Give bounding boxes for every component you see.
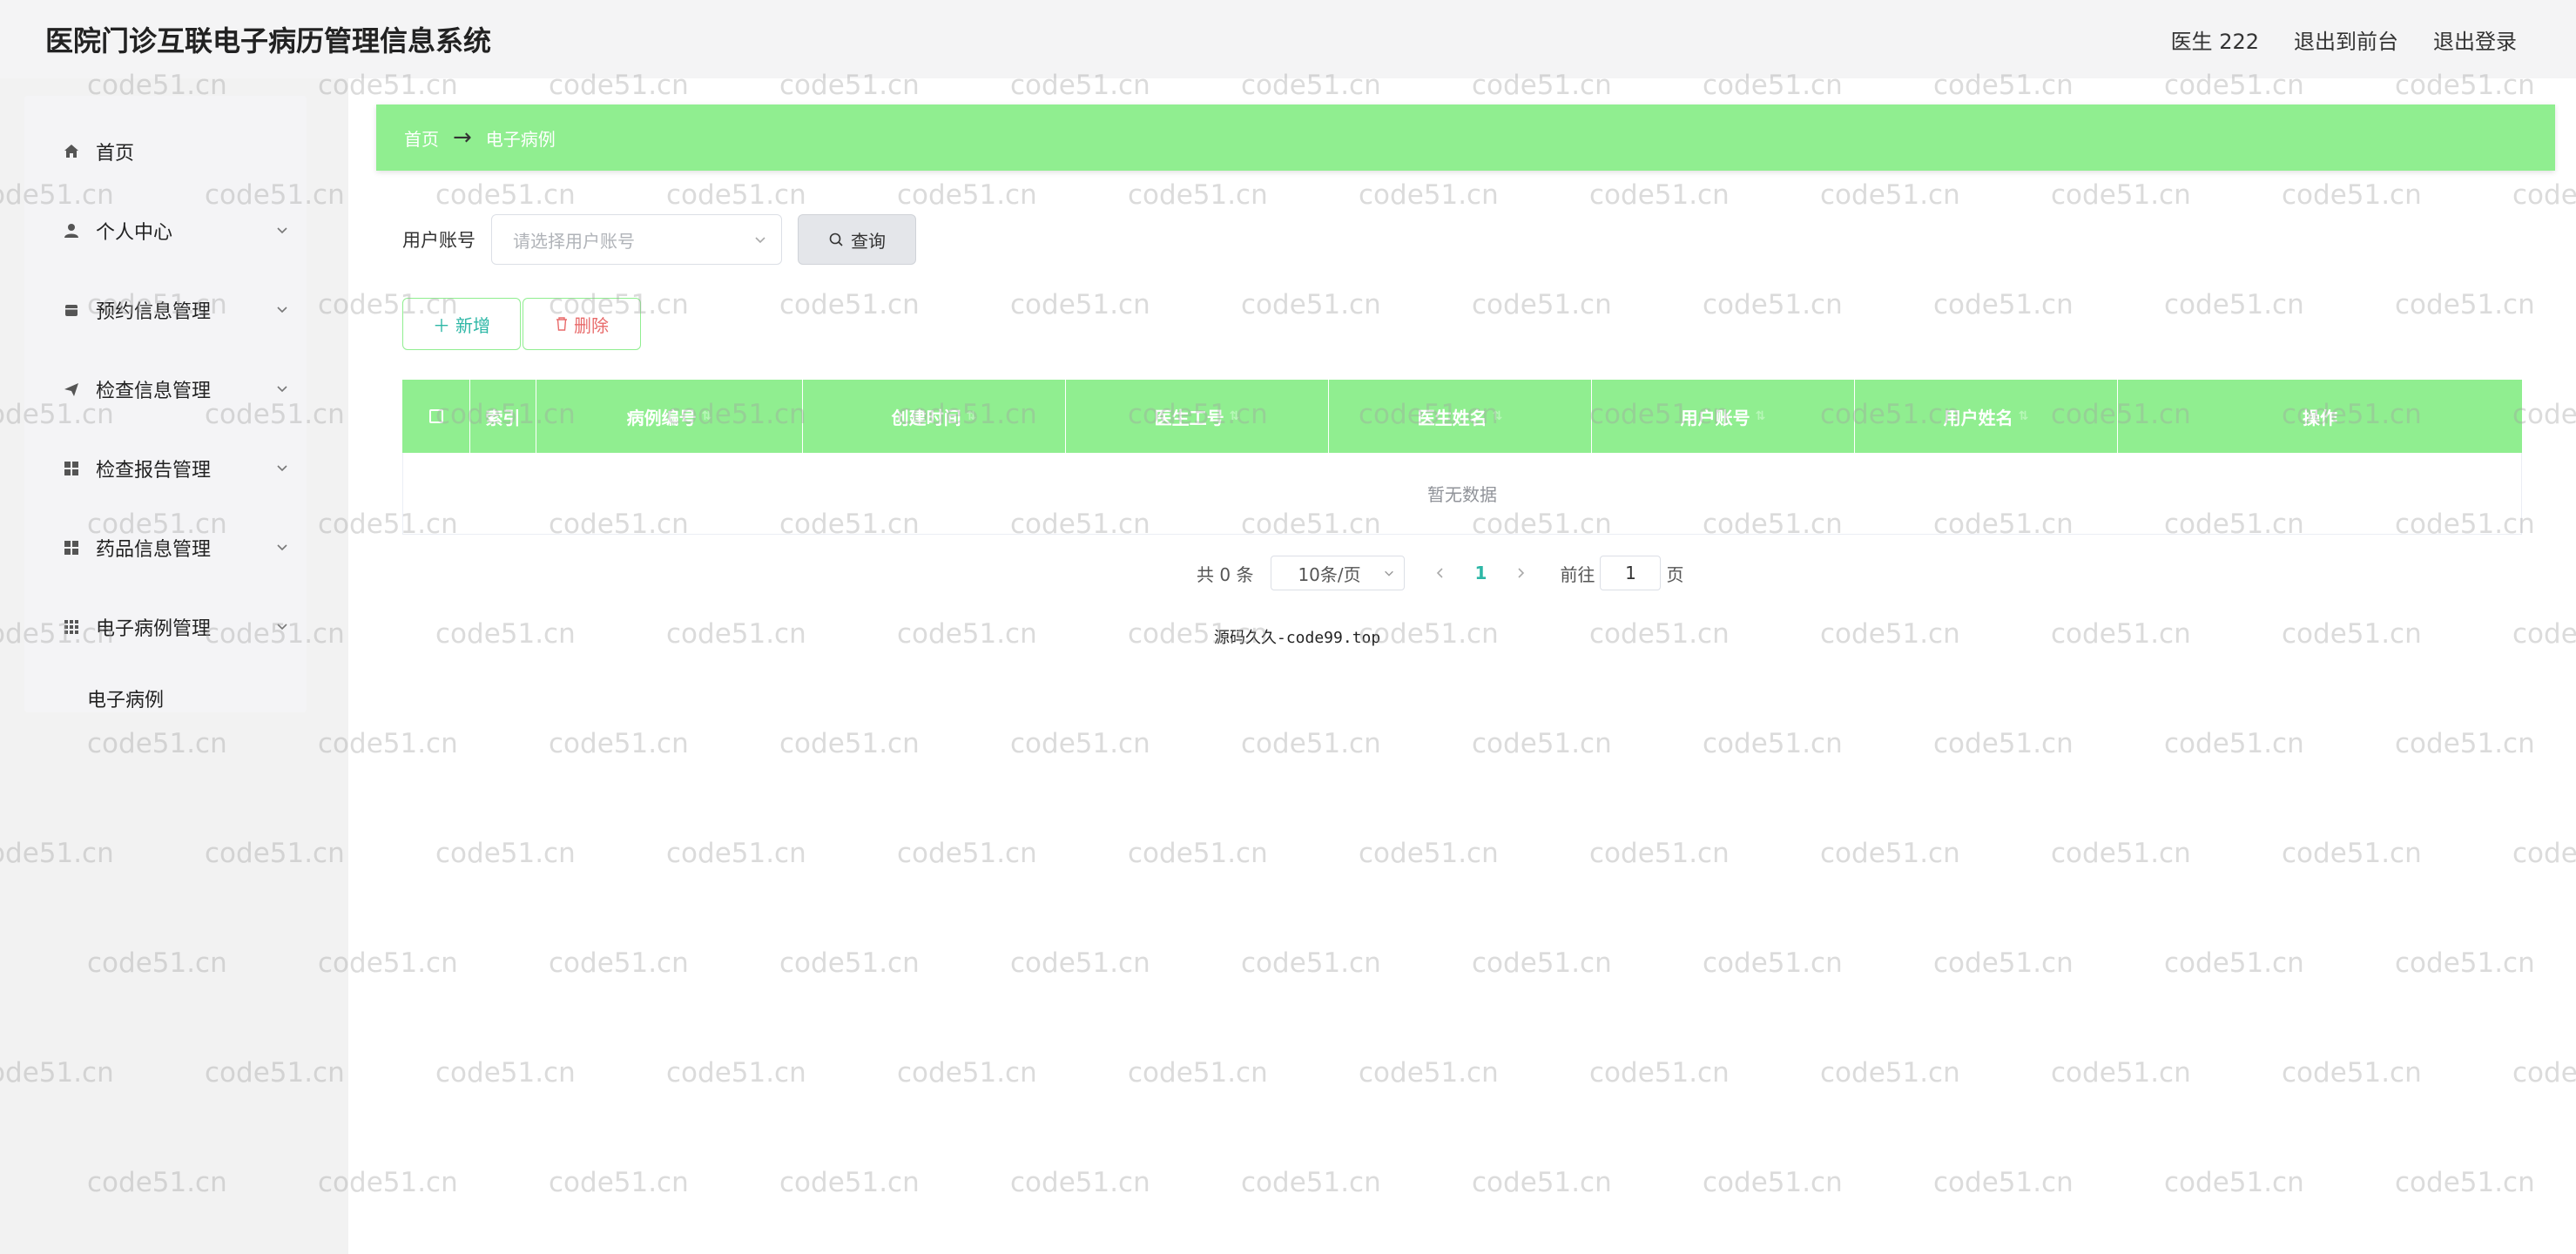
sort-icon: ⇅ [966, 409, 977, 423]
breadcrumb: 首页 → 电子病例 [376, 104, 2555, 171]
calendar-icon [61, 300, 82, 320]
search-icon [829, 233, 843, 246]
goto-suffix: 页 [1666, 563, 1684, 585]
breadcrumb-current: 电子病例 [485, 128, 556, 150]
grid-icon [61, 537, 82, 558]
logout-link[interactable]: 退出登录 [2433, 24, 2517, 55]
user-account-label: 用户账号 [402, 230, 475, 251]
select-all-checkbox[interactable] [402, 380, 470, 453]
app-title: 医院门诊互联电子病历管理信息系统 [45, 24, 492, 57]
exit-to-frontend-link[interactable]: 退出到前台 [2294, 24, 2398, 55]
main-content: 首页 → 电子病例 用户账号 请选择用户账号 查询 ＋ 新增 删除 索引 病例编… [348, 78, 2576, 1254]
page-number[interactable]: 1 [1453, 563, 1507, 583]
current-user[interactable]: 医生 222 [2171, 24, 2259, 55]
sidebar-item-examination[interactable]: 检查信息管理 [24, 349, 307, 428]
sort-icon: ⇅ [1229, 409, 1240, 423]
sidebar-item-home[interactable]: 首页 [24, 111, 307, 191]
chevron-down-icon [277, 226, 287, 233]
column-header-doctor-name[interactable]: 医生姓名 ⇅ [1329, 380, 1592, 453]
sidebar-item-label: 首页 [96, 142, 135, 165]
send-icon [61, 379, 82, 400]
chevron-down-icon [277, 385, 287, 392]
home-icon [61, 141, 82, 162]
column-header-created-time[interactable]: 创建时间 ⇅ [803, 380, 1066, 453]
sidebar-item-personal-center[interactable]: 个人中心 [24, 191, 307, 270]
pagination: 共 0 条 10条/页 1 前往 页 [1197, 556, 1683, 590]
add-button-label: 新增 [455, 314, 490, 336]
query-button-label: 查询 [851, 230, 886, 252]
sidebar-item-label: 检查信息管理 [96, 380, 212, 402]
emr-table: 索引 病例编号 ⇅ 创建时间 ⇅ 医生工号 ⇅ 医生姓名 ⇅ 用户账号 ⇅ 用户姓名 ⇅ 操… [402, 380, 2522, 535]
delete-button[interactable]: 删除 [523, 298, 641, 350]
grid-icon [61, 458, 82, 479]
sort-icon: ⇅ [1492, 409, 1503, 423]
goto-label: 前往 [1560, 563, 1595, 585]
chevron-left-icon [1437, 568, 1444, 578]
goto-page: 前往 页 [1560, 556, 1683, 590]
sidebar-item-label: 预约信息管理 [96, 300, 212, 323]
search-bar: 用户账号 请选择用户账号 查询 [402, 214, 916, 265]
goto-page-input[interactable] [1600, 556, 1662, 590]
column-header-operation: 操作 [2303, 407, 2337, 428]
plus-icon: ＋ [433, 314, 450, 336]
breadcrumb-home[interactable]: 首页 [404, 125, 439, 151]
sidebar-item-appointment[interactable]: 预约信息管理 [24, 270, 307, 349]
chevron-down-icon [1385, 570, 1394, 576]
chevron-down-icon [277, 623, 287, 630]
sort-icon: ⇅ [701, 409, 712, 423]
sort-icon: ⇅ [2018, 409, 2029, 423]
top-header: 医院门诊互联电子病历管理信息系统 医生 222 退出到前台 退出登录 [0, 0, 2576, 78]
sidebar-item-label: 检查报告管理 [96, 459, 212, 482]
page-size-select[interactable]: 10条/页 [1271, 556, 1406, 590]
add-button[interactable]: ＋ 新增 [402, 298, 521, 350]
sidebar-subitem-emr[interactable]: 电子病例 [24, 666, 307, 731]
footer-source-text: 源码久久-code99.top [1214, 629, 1381, 647]
apps-icon [61, 617, 82, 637]
sidebar-item-label: 个人中心 [96, 221, 173, 244]
table-header: 索引 病例编号 ⇅ 创建时间 ⇅ 医生工号 ⇅ 医生姓名 ⇅ 用户账号 ⇅ 用户姓名 ⇅ 操… [402, 380, 2522, 453]
sidebar-item-medicine[interactable]: 药品信息管理 [24, 508, 307, 587]
sidebar-menu: 首页 个人中心 预约信息管理 检查信息管理 检查报告管理 药品信息管理 电子病例… [24, 96, 307, 712]
sidebar-item-emr-management[interactable]: 电子病例管理 [24, 587, 307, 666]
user-account-select[interactable]: 请选择用户账号 [491, 214, 782, 265]
select-placeholder: 请选择用户账号 [513, 230, 635, 252]
trash-icon [556, 317, 567, 331]
column-header-doctor-id[interactable]: 医生工号 ⇅ [1066, 380, 1329, 453]
column-header-index: 索引 [470, 380, 536, 453]
chevron-down-icon [755, 237, 765, 244]
next-page-button[interactable] [1507, 563, 1534, 583]
user-icon [61, 220, 82, 241]
chevron-down-icon [277, 306, 287, 313]
sidebar-item-exam-report[interactable]: 检查报告管理 [24, 428, 307, 508]
chevron-right-icon [1518, 568, 1525, 578]
sidebar-item-label: 药品信息管理 [96, 538, 212, 561]
column-header-case-no[interactable]: 病例编号 ⇅ [536, 380, 803, 453]
prev-page-button[interactable] [1427, 563, 1453, 583]
column-header-user-name[interactable]: 用户姓名 ⇅ [1855, 380, 2118, 453]
sort-icon: ⇅ [1755, 409, 1766, 423]
breadcrumb-separator: → [453, 125, 472, 151]
column-header-user-account[interactable]: 用户账号 ⇅ [1592, 380, 1855, 453]
action-buttons: ＋ 新增 删除 [402, 298, 641, 350]
chevron-down-icon [277, 543, 287, 550]
chevron-down-icon [277, 464, 287, 471]
sidebar-item-label: 电子病例管理 [96, 617, 212, 640]
header-actions: 医生 222 退出到前台 退出登录 [2171, 24, 2517, 55]
delete-button-label: 删除 [574, 314, 609, 336]
pagination-total: 共 0 条 [1197, 563, 1254, 585]
table-empty-state: 暂无数据 [402, 453, 2522, 535]
query-button[interactable]: 查询 [798, 214, 916, 265]
